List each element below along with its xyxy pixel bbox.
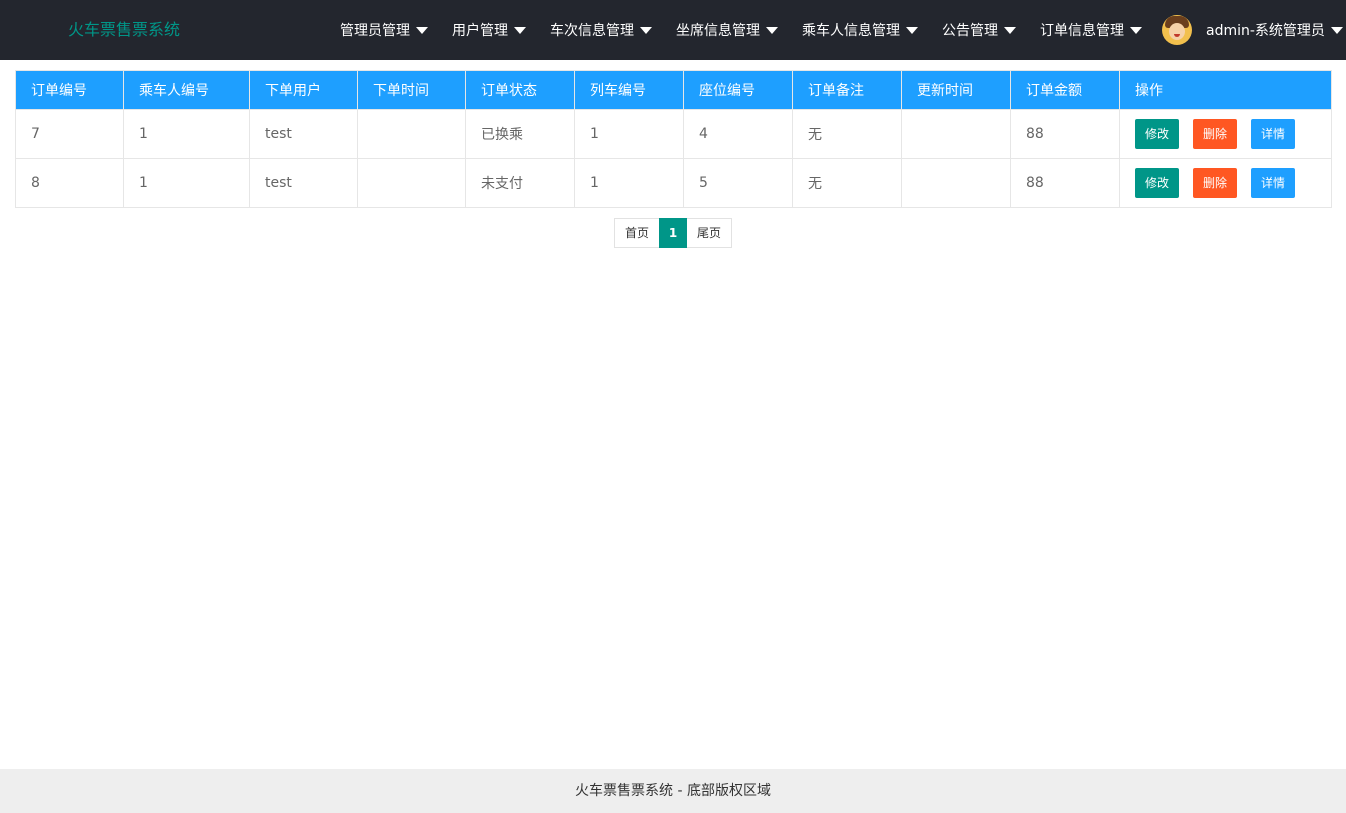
cell-order-time [357, 158, 466, 208]
cell-remark: 无 [792, 158, 902, 208]
cell-amount: 88 [1010, 109, 1120, 159]
cell-passenger-id: 1 [123, 158, 250, 208]
caret-down-icon [1004, 26, 1016, 34]
cell-seat-id: 5 [683, 158, 793, 208]
cell-actions: 修改 删除 详情 [1119, 109, 1332, 159]
user-name: admin-系统管理员 [1206, 23, 1325, 39]
avatar-face [1169, 23, 1185, 40]
nav-item-label: 管理员管理 [340, 23, 410, 39]
nav-item-seat-management[interactable]: 坐席信息管理 [664, 0, 790, 60]
cell-actions: 修改 删除 详情 [1119, 158, 1332, 208]
avatar [1162, 15, 1192, 45]
caret-down-icon [906, 26, 918, 34]
pagination: 首页 1 尾页 [614, 218, 733, 248]
cell-order-id: 7 [15, 109, 124, 159]
column-header: 乘车人编号 [123, 70, 250, 110]
user-menu[interactable]: admin-系统管理员 [1154, 0, 1346, 60]
column-header: 更新时间 [901, 70, 1011, 110]
nav-item-notice-management[interactable]: 公告管理 [930, 0, 1028, 60]
delete-button[interactable]: 删除 [1193, 168, 1238, 198]
cell-train-id: 1 [574, 158, 684, 208]
top-header: 火车票售票系统 管理员管理 用户管理 车次信息管理 坐席信息管理 乘车人信息管理… [0, 0, 1346, 60]
delete-button[interactable]: 删除 [1193, 119, 1238, 149]
cell-passenger-id: 1 [123, 109, 250, 159]
nav-item-label: 坐席信息管理 [676, 23, 760, 39]
cell-user: test [249, 158, 358, 208]
caret-down-icon [1330, 26, 1343, 34]
column-header: 列车编号 [574, 70, 684, 110]
caret-down-icon [766, 26, 778, 34]
cell-amount: 88 [1010, 158, 1120, 208]
nav-item-order-management[interactable]: 订单信息管理 [1028, 0, 1154, 60]
nav-item-admin-management[interactable]: 管理员管理 [328, 0, 440, 60]
column-header: 订单金额 [1010, 70, 1120, 110]
nav-item-label: 用户管理 [452, 23, 508, 39]
footer: 火车票售票系统 - 底部版权区域 [0, 769, 1346, 813]
column-header: 座位编号 [683, 70, 793, 110]
column-header: 下单用户 [249, 70, 358, 110]
nav-item-label: 车次信息管理 [550, 23, 634, 39]
nav-item-passenger-management[interactable]: 乘车人信息管理 [790, 0, 930, 60]
cell-order-time [357, 109, 466, 159]
caret-down-icon [514, 26, 526, 34]
column-header: 订单状态 [465, 70, 575, 110]
cell-seat-id: 4 [683, 109, 793, 159]
table-row: 7 1 test 已换乘 1 4 无 88 修改 删除 详情 [15, 109, 1332, 159]
column-header: 操作 [1119, 70, 1332, 110]
current-page[interactable]: 1 [659, 218, 688, 248]
edit-button[interactable]: 修改 [1135, 119, 1180, 149]
cell-train-id: 1 [574, 109, 684, 159]
cell-status: 已换乘 [465, 109, 575, 159]
column-header: 下单时间 [357, 70, 466, 110]
caret-down-icon [1130, 26, 1142, 34]
nav-item-label: 乘车人信息管理 [802, 23, 900, 39]
last-page-button[interactable]: 尾页 [687, 218, 733, 248]
app-logo[interactable]: 火车票售票系统 [68, 0, 180, 60]
nav-item-label: 公告管理 [942, 23, 998, 39]
edit-button[interactable]: 修改 [1135, 168, 1180, 198]
table-header-row: 订单编号 乘车人编号 下单用户 下单时间 订单状态 列车编号 座位编号 订单备注… [15, 70, 1332, 110]
nav-item-user-management[interactable]: 用户管理 [440, 0, 538, 60]
order-table-container: 订单编号 乘车人编号 下单用户 下单时间 订单状态 列车编号 座位编号 订单备注… [15, 70, 1332, 208]
table-row: 8 1 test 未支付 1 5 无 88 修改 删除 详情 [15, 158, 1332, 208]
column-header: 订单编号 [15, 70, 124, 110]
caret-down-icon [416, 26, 428, 34]
main-nav: 管理员管理 用户管理 车次信息管理 坐席信息管理 乘车人信息管理 公告管理 订单… [328, 0, 1346, 60]
cell-update-time [901, 109, 1011, 159]
footer-text: 火车票售票系统 - 底部版权区域 [575, 783, 771, 799]
detail-button[interactable]: 详情 [1251, 168, 1296, 198]
caret-down-icon [640, 26, 652, 34]
order-table: 订单编号 乘车人编号 下单用户 下单时间 订单状态 列车编号 座位编号 订单备注… [15, 70, 1332, 208]
nav-item-train-management[interactable]: 车次信息管理 [538, 0, 664, 60]
cell-status: 未支付 [465, 158, 575, 208]
cell-user: test [249, 109, 358, 159]
detail-button[interactable]: 详情 [1251, 119, 1296, 149]
cell-remark: 无 [792, 109, 902, 159]
column-header: 订单备注 [792, 70, 902, 110]
first-page-button[interactable]: 首页 [614, 218, 660, 248]
cell-update-time [901, 158, 1011, 208]
cell-order-id: 8 [15, 158, 124, 208]
nav-item-label: 订单信息管理 [1040, 23, 1124, 39]
